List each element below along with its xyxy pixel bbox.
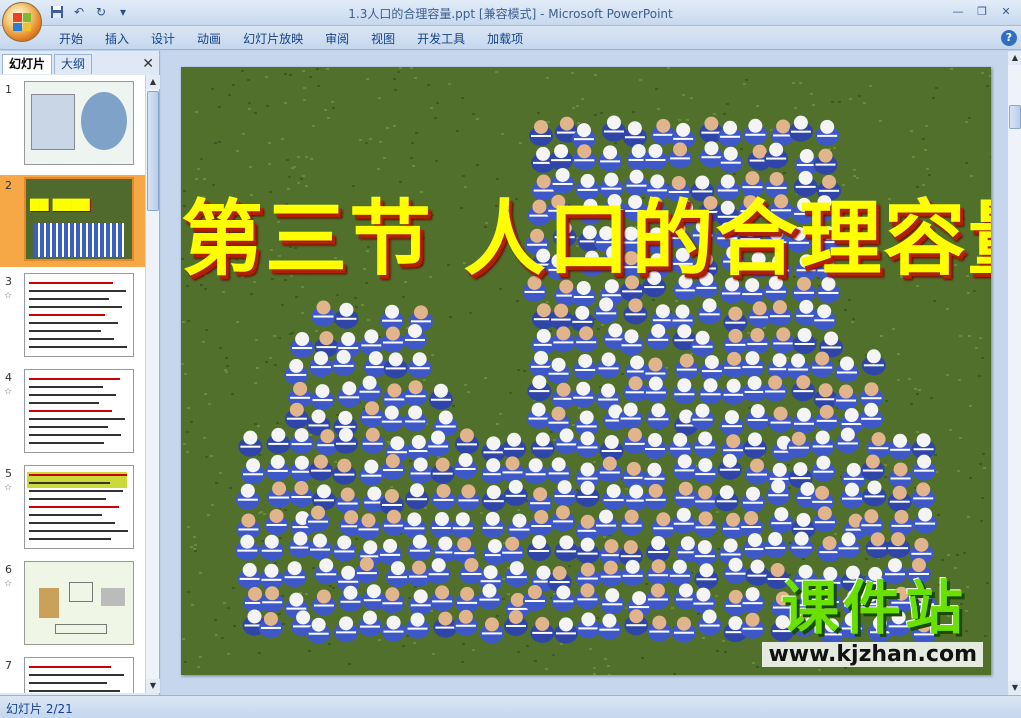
- scrollbar-thumb[interactable]: [1009, 105, 1021, 129]
- tab-view[interactable]: 视图: [360, 30, 406, 48]
- slide-number: 3: [5, 275, 12, 288]
- tab-outline[interactable]: 大纲: [54, 54, 93, 74]
- ribbon-tabs: 开始 插入 设计 动画 幻灯片放映 审阅 视图 开发工具 加载项: [48, 30, 534, 48]
- ribbon: 开始 插入 设计 动画 幻灯片放映 审阅 视图 开发工具 加载项 ?: [0, 26, 1021, 50]
- slide-number: 7: [5, 659, 12, 672]
- pane-tabs: 幻灯片 大纲 ✕: [0, 54, 160, 74]
- tab-insert[interactable]: 插入: [94, 30, 140, 48]
- slide-number: 4: [5, 371, 12, 384]
- help-icon[interactable]: ?: [1001, 30, 1017, 46]
- scroll-up-icon[interactable]: ▲: [146, 75, 160, 89]
- animation-icon[interactable]: ☆: [4, 387, 12, 397]
- slide-thumbnail[interactable]: 4 ☆: [0, 367, 146, 459]
- office-button[interactable]: [2, 2, 42, 42]
- slide-number: 5: [5, 467, 12, 480]
- tab-slides[interactable]: 幻灯片: [2, 54, 53, 74]
- tab-home[interactable]: 开始: [48, 30, 94, 48]
- title-bar: ↶ ↻ ▾ 1.3人口的合理容量.ppt [兼容模式] - Microsoft …: [0, 0, 1021, 26]
- scroll-down-icon[interactable]: ▼: [146, 679, 160, 693]
- slide-preview: ▇▇ ▇▇▇▇: [24, 177, 134, 261]
- slide-indicator: 幻灯片 2/21: [6, 702, 73, 716]
- slide-number: 2: [5, 179, 12, 192]
- slide-preview: [24, 561, 134, 645]
- tab-addins[interactable]: 加载项: [476, 30, 534, 48]
- window-controls: — ❐ ✕: [947, 2, 1017, 20]
- slides-pane: 幻灯片 大纲 ✕ 1 2 ▇▇ ▇▇▇▇ 3 ☆ 4 ☆ 5 ☆ 6 ☆ 7 ▲ ▼: [0, 51, 160, 695]
- slide-scrollbar[interactable]: ▲ ▼: [1007, 51, 1021, 695]
- minimize-icon[interactable]: —: [947, 2, 969, 20]
- slide-title[interactable]: 第三节 人口的合理容量: [181, 172, 991, 291]
- tab-design[interactable]: 设计: [140, 30, 186, 48]
- close-icon[interactable]: ✕: [995, 2, 1017, 20]
- animation-icon[interactable]: ☆: [4, 579, 12, 589]
- slide-preview: [24, 657, 134, 693]
- slide-thumbnail[interactable]: 2 ▇▇ ▇▇▇▇: [0, 175, 146, 267]
- slide-editing-area: 第三节 人口的合理容量 课件站 www.kjzhan.com: [161, 51, 1007, 695]
- slide-preview: [24, 81, 134, 165]
- slide-thumbnail[interactable]: 3 ☆: [0, 271, 146, 363]
- restore-icon[interactable]: ❐: [971, 2, 993, 20]
- slide-thumbnail[interactable]: 5 ☆: [0, 463, 146, 555]
- tab-review[interactable]: 审阅: [314, 30, 360, 48]
- scrollbar-thumb[interactable]: [147, 91, 159, 211]
- status-bar: 幻灯片 2/21: [0, 695, 1021, 718]
- scroll-down-icon[interactable]: ▼: [1008, 681, 1021, 695]
- tab-developer[interactable]: 开发工具: [406, 30, 476, 48]
- slide-thumbnails: 1 2 ▇▇ ▇▇▇▇ 3 ☆ 4 ☆ 5 ☆ 6 ☆ 7: [0, 75, 146, 693]
- slide-number: 6: [5, 563, 12, 576]
- slide-preview: [24, 465, 134, 549]
- slide-thumbnail[interactable]: 7: [0, 655, 146, 693]
- slide-number: 1: [5, 83, 12, 96]
- slide-preview: [24, 273, 134, 357]
- watermark-logo: 课件站: [780, 574, 967, 642]
- current-slide[interactable]: 第三节 人口的合理容量 课件站 www.kjzhan.com: [181, 67, 991, 675]
- office-logo-icon: [13, 13, 31, 31]
- tab-animations[interactable]: 动画: [186, 30, 232, 48]
- window-title: 1.3人口的合理容量.ppt [兼容模式] - Microsoft PowerP…: [348, 7, 673, 21]
- animation-icon[interactable]: ☆: [4, 483, 12, 493]
- scroll-up-icon[interactable]: ▲: [1008, 51, 1021, 65]
- close-pane-icon[interactable]: ✕: [142, 56, 154, 72]
- thumbnail-scrollbar[interactable]: ▲ ▼: [145, 75, 160, 693]
- slide-thumbnail[interactable]: 6 ☆: [0, 559, 146, 651]
- slide-thumbnail[interactable]: 1: [0, 79, 146, 171]
- slide-preview: [24, 369, 134, 453]
- tab-slideshow[interactable]: 幻灯片放映: [232, 30, 314, 48]
- animation-icon[interactable]: ☆: [4, 291, 12, 301]
- watermark-url: www.kjzhan.com: [762, 642, 983, 667]
